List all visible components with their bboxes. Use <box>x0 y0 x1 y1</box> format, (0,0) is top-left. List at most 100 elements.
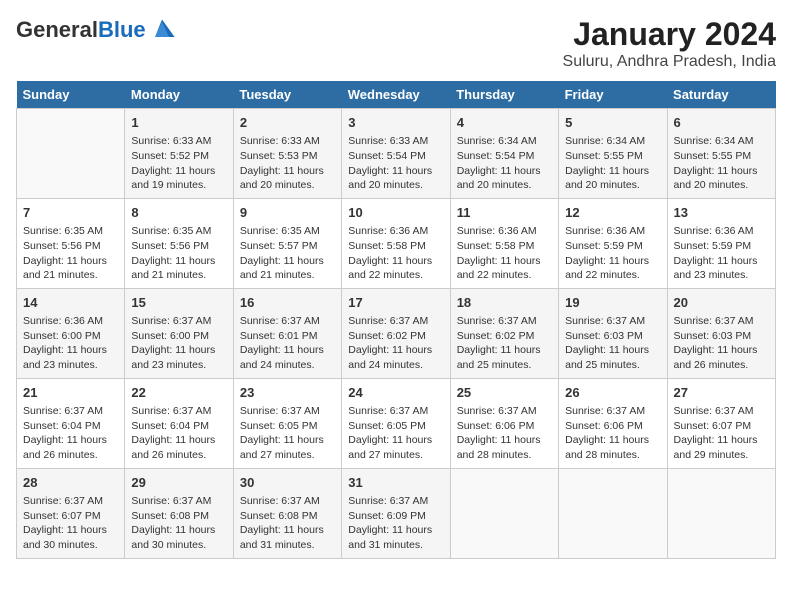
day-info: Sunrise: 6:37 AM Sunset: 6:08 PM Dayligh… <box>131 494 226 553</box>
calendar-cell <box>17 109 125 199</box>
day-info: Sunrise: 6:37 AM Sunset: 6:01 PM Dayligh… <box>240 314 335 373</box>
day-info: Sunrise: 6:36 AM Sunset: 6:00 PM Dayligh… <box>23 314 118 373</box>
day-info: Sunrise: 6:35 AM Sunset: 5:57 PM Dayligh… <box>240 224 335 283</box>
calendar-cell: 19Sunrise: 6:37 AM Sunset: 6:03 PM Dayli… <box>559 288 667 378</box>
calendar-cell: 28 Sunrise: 6:37 AM Sunset: 6:07 PM Dayli… <box>17 468 125 558</box>
calendar-cell: 31 Sunrise: 6:37 AM Sunset: 6:09 PM Dayli… <box>342 468 450 558</box>
calendar-cell: 12 Sunrise: 6:36 AM Sunset: 5:59 PM Dayli… <box>559 198 667 288</box>
day-info: Sunrise: 6:36 AM Sunset: 5:58 PM Dayligh… <box>348 224 443 283</box>
logo-general-text: General <box>16 17 98 42</box>
day-number: 11 <box>457 204 552 222</box>
calendar-cell: 25 Sunrise: 6:37 AM Sunset: 6:06 PM Dayli… <box>450 378 558 468</box>
weekday-header: Thursday <box>450 81 558 109</box>
day-number: 13 <box>674 204 769 222</box>
day-number: 24 <box>348 384 443 402</box>
day-number: 9 <box>240 204 335 222</box>
calendar-cell: 6Sunrise: 6:34 AM Sunset: 5:55 PM Daylig… <box>667 109 775 199</box>
weekday-header: Sunday <box>17 81 125 109</box>
calendar-cell <box>559 468 667 558</box>
calendar-cell: 3 Sunrise: 6:33 AM Sunset: 5:54 PM Daylig… <box>342 109 450 199</box>
calendar-cell: 23 Sunrise: 6:37 AM Sunset: 6:05 PM Dayli… <box>233 378 341 468</box>
page-header: GeneralBlue January 2024 Suluru, Andhra … <box>16 16 776 71</box>
calendar-cell: 22Sunrise: 6:37 AM Sunset: 6:04 PM Dayli… <box>125 378 233 468</box>
calendar-cell: 5 Sunrise: 6:34 AM Sunset: 5:55 PM Daylig… <box>559 109 667 199</box>
day-number: 8 <box>131 204 226 222</box>
calendar-cell: 15Sunrise: 6:37 AM Sunset: 6:00 PM Dayli… <box>125 288 233 378</box>
day-number: 22 <box>131 384 226 402</box>
weekday-header: Monday <box>125 81 233 109</box>
calendar-cell: 4 Sunrise: 6:34 AM Sunset: 5:54 PM Daylig… <box>450 109 558 199</box>
day-number: 4 <box>457 114 552 132</box>
day-number: 16 <box>240 294 335 312</box>
day-info: Sunrise: 6:37 AM Sunset: 6:06 PM Dayligh… <box>565 404 660 463</box>
calendar-cell: 18 Sunrise: 6:37 AM Sunset: 6:02 PM Dayli… <box>450 288 558 378</box>
calendar-week-row: 7 Sunrise: 6:35 AM Sunset: 5:56 PM Daylig… <box>17 198 776 288</box>
day-info: Sunrise: 6:35 AM Sunset: 5:56 PM Dayligh… <box>23 224 118 283</box>
day-number: 30 <box>240 474 335 492</box>
calendar-week-row: 14 Sunrise: 6:36 AM Sunset: 6:00 PM Dayli… <box>17 288 776 378</box>
calendar-cell: 16 Sunrise: 6:37 AM Sunset: 6:01 PM Dayli… <box>233 288 341 378</box>
day-info: Sunrise: 6:37 AM Sunset: 6:07 PM Dayligh… <box>23 494 118 553</box>
day-info: Sunrise: 6:37 AM Sunset: 6:00 PM Dayligh… <box>131 314 226 373</box>
day-info: Sunrise: 6:35 AM Sunset: 5:56 PM Dayligh… <box>131 224 226 283</box>
day-info: Sunrise: 6:37 AM Sunset: 6:02 PM Dayligh… <box>457 314 552 373</box>
calendar-table: SundayMondayTuesdayWednesdayThursdayFrid… <box>16 81 776 559</box>
day-info: Sunrise: 6:36 AM Sunset: 5:59 PM Dayligh… <box>565 224 660 283</box>
day-info: Sunrise: 6:37 AM Sunset: 6:05 PM Dayligh… <box>240 404 335 463</box>
day-info: Sunrise: 6:36 AM Sunset: 5:59 PM Dayligh… <box>674 224 769 283</box>
day-info: Sunrise: 6:37 AM Sunset: 6:03 PM Dayligh… <box>674 314 769 373</box>
day-info: Sunrise: 6:37 AM Sunset: 6:04 PM Dayligh… <box>23 404 118 463</box>
calendar-cell: 1Sunrise: 6:33 AM Sunset: 5:52 PM Daylig… <box>125 109 233 199</box>
day-info: Sunrise: 6:37 AM Sunset: 6:05 PM Dayligh… <box>348 404 443 463</box>
day-number: 7 <box>23 204 118 222</box>
calendar-cell: 30 Sunrise: 6:37 AM Sunset: 6:08 PM Dayli… <box>233 468 341 558</box>
page-subtitle: Suluru, Andhra Pradesh, India <box>563 53 776 71</box>
calendar-cell: 7 Sunrise: 6:35 AM Sunset: 5:56 PM Daylig… <box>17 198 125 288</box>
page-title: January 2024 <box>563 16 776 53</box>
day-number: 25 <box>457 384 552 402</box>
day-number: 5 <box>565 114 660 132</box>
day-info: Sunrise: 6:37 AM Sunset: 6:02 PM Dayligh… <box>348 314 443 373</box>
calendar-week-row: 1Sunrise: 6:33 AM Sunset: 5:52 PM Daylig… <box>17 109 776 199</box>
calendar-cell: 29 Sunrise: 6:37 AM Sunset: 6:08 PM Dayli… <box>125 468 233 558</box>
calendar-cell: 10 Sunrise: 6:36 AM Sunset: 5:58 PM Dayli… <box>342 198 450 288</box>
day-number: 31 <box>348 474 443 492</box>
calendar-cell: 27Sunrise: 6:37 AM Sunset: 6:07 PM Dayli… <box>667 378 775 468</box>
logo: GeneralBlue <box>16 16 176 44</box>
day-number: 21 <box>23 384 118 402</box>
day-info: Sunrise: 6:33 AM Sunset: 5:54 PM Dayligh… <box>348 134 443 193</box>
day-number: 10 <box>348 204 443 222</box>
calendar-cell: 26 Sunrise: 6:37 AM Sunset: 6:06 PM Dayli… <box>559 378 667 468</box>
calendar-cell: 13 Sunrise: 6:36 AM Sunset: 5:59 PM Dayli… <box>667 198 775 288</box>
day-info: Sunrise: 6:37 AM Sunset: 6:03 PM Dayligh… <box>565 314 660 373</box>
day-number: 26 <box>565 384 660 402</box>
day-info: Sunrise: 6:37 AM Sunset: 6:06 PM Dayligh… <box>457 404 552 463</box>
calendar-cell: 8 Sunrise: 6:35 AM Sunset: 5:56 PM Daylig… <box>125 198 233 288</box>
day-info: Sunrise: 6:33 AM Sunset: 5:53 PM Dayligh… <box>240 134 335 193</box>
title-block: January 2024 Suluru, Andhra Pradesh, Ind… <box>563 16 776 71</box>
weekday-header: Saturday <box>667 81 775 109</box>
day-number: 29 <box>131 474 226 492</box>
day-number: 6 <box>674 114 769 132</box>
calendar-cell: 11Sunrise: 6:36 AM Sunset: 5:58 PM Dayli… <box>450 198 558 288</box>
logo-icon <box>148 16 176 44</box>
day-number: 14 <box>23 294 118 312</box>
day-number: 3 <box>348 114 443 132</box>
day-number: 18 <box>457 294 552 312</box>
day-number: 20 <box>674 294 769 312</box>
day-number: 28 <box>23 474 118 492</box>
day-info: Sunrise: 6:34 AM Sunset: 5:54 PM Dayligh… <box>457 134 552 193</box>
weekday-header: Tuesday <box>233 81 341 109</box>
day-number: 23 <box>240 384 335 402</box>
logo-blue-text: Blue <box>98 17 146 42</box>
calendar-cell <box>667 468 775 558</box>
calendar-cell: 17 Sunrise: 6:37 AM Sunset: 6:02 PM Dayli… <box>342 288 450 378</box>
day-info: Sunrise: 6:37 AM Sunset: 6:08 PM Dayligh… <box>240 494 335 553</box>
calendar-cell: 9 Sunrise: 6:35 AM Sunset: 5:57 PM Daylig… <box>233 198 341 288</box>
day-number: 12 <box>565 204 660 222</box>
calendar-cell: 24 Sunrise: 6:37 AM Sunset: 6:05 PM Dayli… <box>342 378 450 468</box>
day-info: Sunrise: 6:37 AM Sunset: 6:09 PM Dayligh… <box>348 494 443 553</box>
calendar-week-row: 21 Sunrise: 6:37 AM Sunset: 6:04 PM Dayli… <box>17 378 776 468</box>
day-info: Sunrise: 6:34 AM Sunset: 5:55 PM Dayligh… <box>565 134 660 193</box>
day-number: 17 <box>348 294 443 312</box>
